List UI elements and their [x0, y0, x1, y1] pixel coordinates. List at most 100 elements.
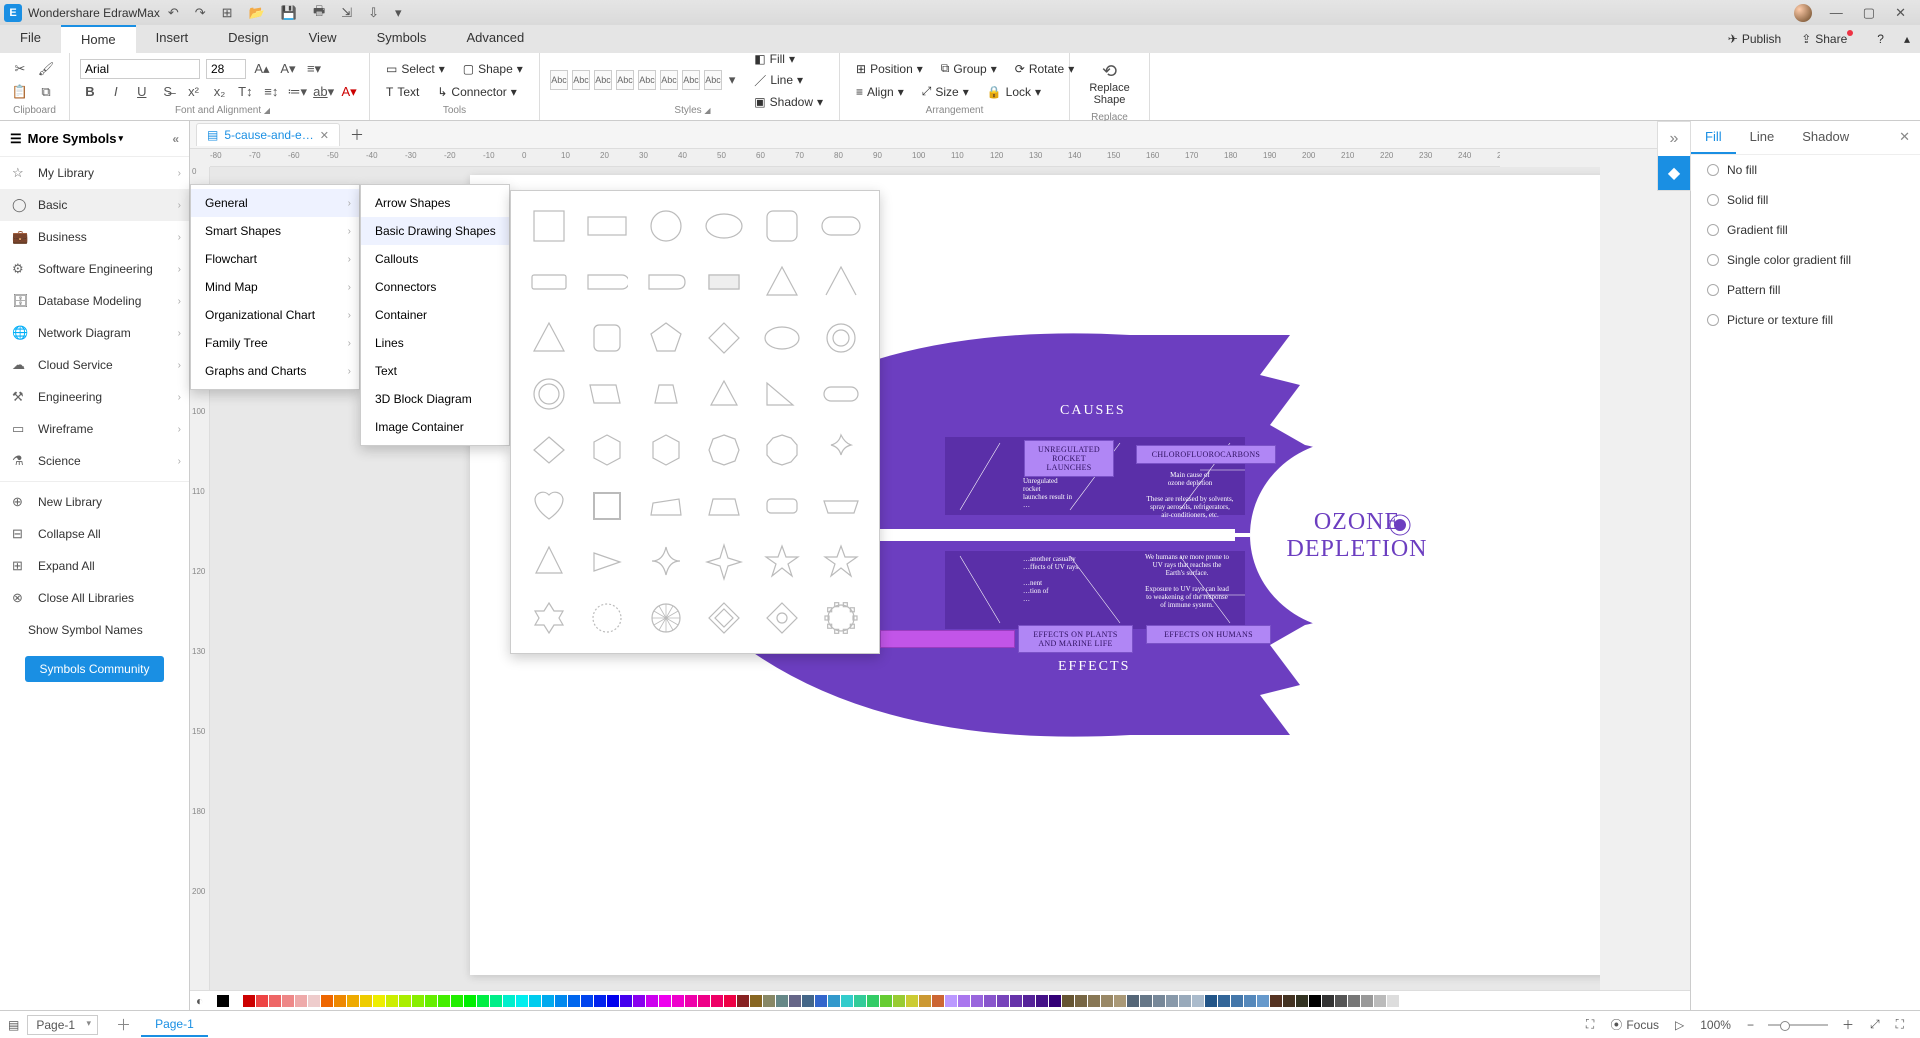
shape-thumb-17[interactable] — [817, 317, 865, 359]
shape-thumb-38[interactable] — [642, 541, 690, 583]
shape-thumb-39[interactable] — [700, 541, 748, 583]
color-swatch[interactable] — [958, 995, 970, 1007]
color-swatch[interactable] — [542, 995, 554, 1007]
color-swatch[interactable] — [1127, 995, 1139, 1007]
library-category-science[interactable]: ⚗Science› — [0, 445, 189, 477]
publish-button[interactable]: ✈ Publish — [1718, 25, 1791, 53]
color-swatch[interactable] — [945, 995, 957, 1007]
color-swatch[interactable] — [516, 995, 528, 1007]
color-swatch[interactable] — [1010, 995, 1022, 1007]
color-swatch[interactable] — [1205, 995, 1217, 1007]
shape-thumb-7[interactable] — [583, 261, 631, 303]
text-direction-icon[interactable]: T↕ — [235, 84, 255, 99]
library-category-database-modeling[interactable]: 🗄Database Modeling› — [0, 285, 189, 317]
color-swatch[interactable] — [321, 995, 333, 1007]
color-swatch[interactable] — [841, 995, 853, 1007]
highlight-icon[interactable]: ab▾ — [313, 84, 333, 100]
shape-thumb-9[interactable] — [700, 261, 748, 303]
shape-thumb-26[interactable] — [642, 429, 690, 471]
color-swatch[interactable] — [971, 995, 983, 1007]
color-swatch[interactable] — [607, 995, 619, 1007]
color-swatch[interactable] — [1270, 995, 1282, 1007]
library-category-wireframe[interactable]: ▭Wireframe› — [0, 413, 189, 445]
symbols-community-button[interactable]: Symbols Community — [25, 656, 163, 682]
maximize-icon[interactable]: ▢ — [1853, 5, 1885, 21]
color-swatch[interactable] — [919, 995, 931, 1007]
color-swatch[interactable] — [412, 995, 424, 1007]
color-swatch[interactable] — [425, 995, 437, 1007]
show-symbol-names[interactable]: Show Symbol Names — [0, 614, 189, 646]
increase-font-icon[interactable]: A▴ — [252, 61, 272, 77]
color-swatch[interactable] — [750, 995, 762, 1007]
shape-thumb-30[interactable] — [525, 485, 573, 527]
fit-width-icon[interactable]: ⤢ — [1862, 1017, 1888, 1032]
submenu-callouts[interactable]: Callouts — [361, 245, 509, 273]
color-swatch[interactable] — [1192, 995, 1204, 1007]
library-category-basic[interactable]: ◯Basic› — [0, 189, 189, 221]
shape-thumb-43[interactable] — [583, 597, 631, 639]
style-thumb[interactable]: Abc — [594, 70, 612, 90]
symbols-heading[interactable]: ☰More Symbols▾ « — [0, 121, 189, 157]
color-swatch[interactable] — [308, 995, 320, 1007]
color-swatch[interactable] — [1062, 995, 1074, 1007]
color-swatch[interactable] — [984, 995, 996, 1007]
superscript-icon[interactable]: x² — [184, 84, 204, 99]
text-tool[interactable]: T Text — [380, 83, 425, 101]
position-button[interactable]: ⊞ Position▾ — [850, 60, 929, 78]
presentation-icon[interactable]: ▷ — [1667, 1018, 1692, 1032]
color-swatch[interactable] — [1296, 995, 1308, 1007]
undo-icon[interactable]: ↶ — [160, 5, 187, 21]
color-swatch[interactable] — [776, 995, 788, 1007]
shape-thumb-19[interactable] — [583, 373, 631, 415]
style-thumb[interactable]: Abc — [638, 70, 656, 90]
line-spacing-icon[interactable]: ≡↕ — [261, 84, 281, 99]
color-swatch[interactable] — [269, 995, 281, 1007]
color-swatch[interactable] — [1023, 995, 1035, 1007]
font-name-input[interactable] — [80, 59, 200, 79]
focus-button[interactable]: ⦿ Focus — [1602, 1016, 1667, 1033]
share-button[interactable]: ⇪ Share — [1791, 25, 1867, 53]
tab-file[interactable]: File — [0, 25, 61, 53]
library-action-collapse-all[interactable]: ⊟Collapse All — [0, 518, 189, 550]
color-swatch[interactable] — [620, 995, 632, 1007]
shape-thumb-11[interactable] — [817, 261, 865, 303]
tab-advanced[interactable]: Advanced — [446, 25, 544, 53]
tab-design[interactable]: Design — [208, 25, 288, 53]
color-swatch[interactable] — [997, 995, 1009, 1007]
submenu-smart-shapes[interactable]: Smart Shapes› — [191, 217, 359, 245]
color-swatch[interactable] — [1101, 995, 1113, 1007]
help-icon[interactable]: ? — [1867, 25, 1894, 53]
color-swatch[interactable] — [880, 995, 892, 1007]
shape-thumb-41[interactable] — [817, 541, 865, 583]
fill-style[interactable]: ◧ Fill ▾ — [748, 50, 829, 68]
submenu-family-tree[interactable]: Family Tree› — [191, 329, 359, 357]
submenu-lines[interactable]: Lines — [361, 329, 509, 357]
shape-thumb-42[interactable] — [525, 597, 573, 639]
color-swatch[interactable] — [1257, 995, 1269, 1007]
fill-panel-icon[interactable]: ◆ — [1658, 156, 1690, 190]
redo-icon[interactable]: ↷ — [187, 5, 214, 21]
submenu-general[interactable]: General› — [191, 189, 359, 217]
styles-more-icon[interactable]: ▾ — [726, 72, 738, 88]
shape-thumb-20[interactable] — [642, 373, 690, 415]
color-swatch[interactable] — [568, 995, 580, 1007]
color-swatch[interactable] — [1387, 995, 1399, 1007]
strike-icon[interactable]: S̶ — [158, 84, 178, 99]
user-avatar[interactable] — [1794, 4, 1812, 22]
size-button[interactable]: ⤢ Size▾ — [916, 82, 975, 101]
cause-box-rocket[interactable]: UNREGULATED ROCKET LAUNCHES — [1024, 440, 1114, 477]
color-swatch[interactable] — [1075, 995, 1087, 1007]
submenu-3d-block-diagram[interactable]: 3D Block Diagram — [361, 385, 509, 413]
fullscreen-icon[interactable]: ⛶ — [1888, 1017, 1912, 1032]
select-tool[interactable]: ▭ Select ▾ — [380, 60, 451, 78]
align-button[interactable]: ≡ Align▾ — [850, 83, 910, 101]
color-swatch[interactable] — [854, 995, 866, 1007]
color-swatch[interactable] — [529, 995, 541, 1007]
color-swatch[interactable] — [633, 995, 645, 1007]
format-painter-icon[interactable]: 🖌 — [36, 61, 56, 77]
color-swatch[interactable] — [724, 995, 736, 1007]
color-swatch[interactable] — [711, 995, 723, 1007]
color-swatch[interactable] — [282, 995, 294, 1007]
color-swatch[interactable] — [1231, 995, 1243, 1007]
shape-thumb-16[interactable] — [758, 317, 806, 359]
